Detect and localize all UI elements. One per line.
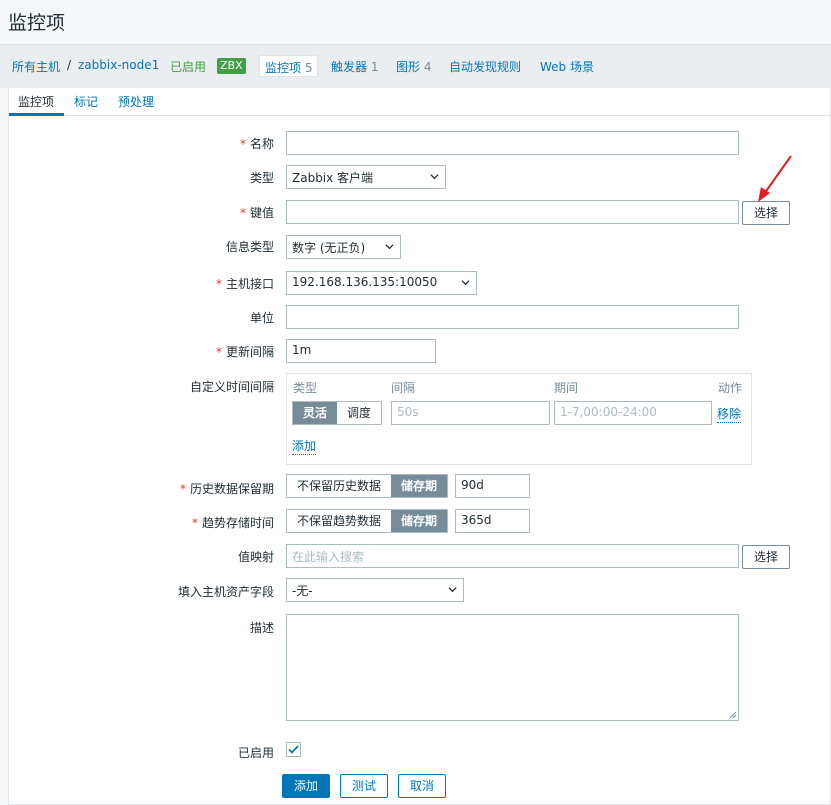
- trends-mode-toggle: 不保留趋势数据 储存期: [286, 509, 449, 533]
- host-status-enabled[interactable]: 已启用: [170, 58, 206, 75]
- key-input[interactable]: [286, 200, 739, 224]
- interface-label: * 主机接口: [215, 277, 274, 291]
- breadcrumb-all-hosts[interactable]: 所有主机: [12, 58, 60, 75]
- cancel-button[interactable]: 取消: [398, 774, 446, 798]
- custom-intervals-table: 类型 间隔 期间 动作 灵活 调度 50s 1-7,00:00-24:00 移除…: [286, 373, 752, 465]
- units-label: 单位: [249, 311, 274, 325]
- breadcrumb-graphs[interactable]: 图形 4: [396, 58, 431, 75]
- chevron-down-icon: [430, 174, 439, 180]
- page-title: 监控项: [8, 12, 66, 34]
- custom-interval-input[interactable]: 50s: [391, 401, 550, 425]
- name-input[interactable]: [286, 131, 739, 155]
- remove-interval-link[interactable]: 移除: [717, 405, 742, 423]
- checkmark-icon: [288, 745, 299, 754]
- value-type-label: 信息类型: [225, 240, 274, 254]
- inventory-select-value: -无-: [292, 584, 313, 598]
- type-select[interactable]: Zabbix 客户端: [286, 165, 446, 189]
- chevron-down-icon: [385, 244, 394, 250]
- name-label: * 名称: [239, 137, 274, 151]
- tab-preprocessing[interactable]: 预处理: [118, 93, 154, 110]
- inventory-select[interactable]: -无-: [286, 578, 464, 602]
- value-type-select-value: 数字 (无正负): [292, 241, 366, 255]
- interval-type-scheduling[interactable]: 调度: [337, 402, 382, 424]
- key-label: * 键值: [239, 206, 274, 220]
- breadcrumb-graphs-count: 4: [423, 60, 432, 74]
- tab-item[interactable]: 监控项: [18, 93, 54, 110]
- delay-label: * 更新间隔: [215, 345, 274, 359]
- history-off-option[interactable]: 不保留历史数据: [287, 475, 392, 497]
- zbx-availability-badge: ZBX: [217, 58, 246, 74]
- trends-off-option[interactable]: 不保留趋势数据: [287, 510, 392, 532]
- type-select-value: Zabbix 客户端: [292, 171, 374, 185]
- resize-handle-icon[interactable]: [729, 711, 737, 719]
- history-mode-toggle: 不保留历史数据 储存期: [286, 474, 449, 498]
- breadcrumb-triggers[interactable]: 触发器 1: [331, 58, 378, 75]
- col-type-header: 类型: [293, 381, 318, 395]
- enabled-label: 已启用: [237, 746, 274, 760]
- col-interval-header: 间隔: [391, 381, 416, 395]
- add-button[interactable]: 添加: [282, 774, 330, 798]
- interface-select[interactable]: 192.168.136.135:10050: [286, 271, 477, 295]
- breadcrumb-triggers-label: 触发器: [331, 60, 368, 74]
- type-label: 类型: [249, 171, 274, 185]
- breadcrumb-triggers-count: 1: [370, 60, 379, 74]
- annotation-arrow-icon: [758, 155, 792, 202]
- trends-input[interactable]: 365d: [455, 509, 530, 533]
- tab-active-indicator: [9, 113, 64, 116]
- interval-type-toggle: 灵活 调度: [292, 401, 383, 425]
- history-input[interactable]: 90d: [455, 474, 530, 498]
- interface-select-value: 192.168.136.135:10050: [292, 275, 438, 289]
- inventory-label: 填入主机资产字段: [177, 585, 274, 599]
- delay-input[interactable]: 1m: [286, 339, 436, 363]
- trends-label: * 趋势存储时间: [191, 516, 274, 530]
- custom-period-input[interactable]: 1-7,00:00-24:00: [554, 401, 712, 425]
- breadcrumb: 所有主机 / zabbix-node1 已启用 ZBX 监控项 5 触发器 1 …: [0, 44, 831, 88]
- item-form: 监控项 标记 预处理 * 名称 类型 Zabbix 客户端 * 键值 选择 信息类型…: [8, 88, 831, 805]
- chevron-down-icon: [448, 587, 457, 593]
- interval-type-flexible[interactable]: 灵活: [293, 402, 338, 424]
- breadcrumb-host[interactable]: zabbix-node1: [78, 58, 159, 72]
- history-label: * 历史数据保留期: [179, 482, 274, 496]
- valuemap-label: 值映射: [237, 550, 274, 564]
- breadcrumb-discovery-rules[interactable]: 自动发现规则: [449, 58, 521, 75]
- description-label: 描述: [249, 621, 274, 635]
- value-type-select[interactable]: 数字 (无正负): [286, 235, 401, 259]
- form-tabs: 监控项 标记 预处理: [9, 88, 830, 116]
- breadcrumb-separator: /: [67, 58, 72, 72]
- add-interval-link[interactable]: 添加: [292, 437, 317, 455]
- enabled-checkbox[interactable]: [286, 742, 301, 757]
- valuemap-search-input[interactable]: 在此输入搜索: [286, 544, 739, 568]
- tab-tags[interactable]: 标记: [74, 93, 98, 110]
- history-storage-option[interactable]: 储存期: [391, 475, 448, 497]
- description-textarea[interactable]: [286, 614, 739, 721]
- col-action-header: 动作: [718, 381, 743, 395]
- breadcrumb-items-active[interactable]: 监控项 5: [259, 55, 319, 77]
- breadcrumb-graphs-label: 图形: [396, 60, 421, 74]
- units-input[interactable]: [286, 305, 739, 329]
- valuemap-select-button[interactable]: 选择: [742, 545, 790, 569]
- breadcrumb-items-count: 5: [304, 61, 313, 75]
- breadcrumb-web-scenarios[interactable]: Web 场景: [540, 58, 594, 75]
- col-period-header: 期间: [554, 381, 579, 395]
- breadcrumb-items-label: 监控项: [265, 61, 302, 75]
- trends-storage-option[interactable]: 储存期: [391, 510, 448, 532]
- chevron-down-icon: [461, 280, 470, 286]
- test-button[interactable]: 测试: [340, 774, 388, 798]
- custom-intervals-label: 自定义时间间隔: [189, 380, 274, 394]
